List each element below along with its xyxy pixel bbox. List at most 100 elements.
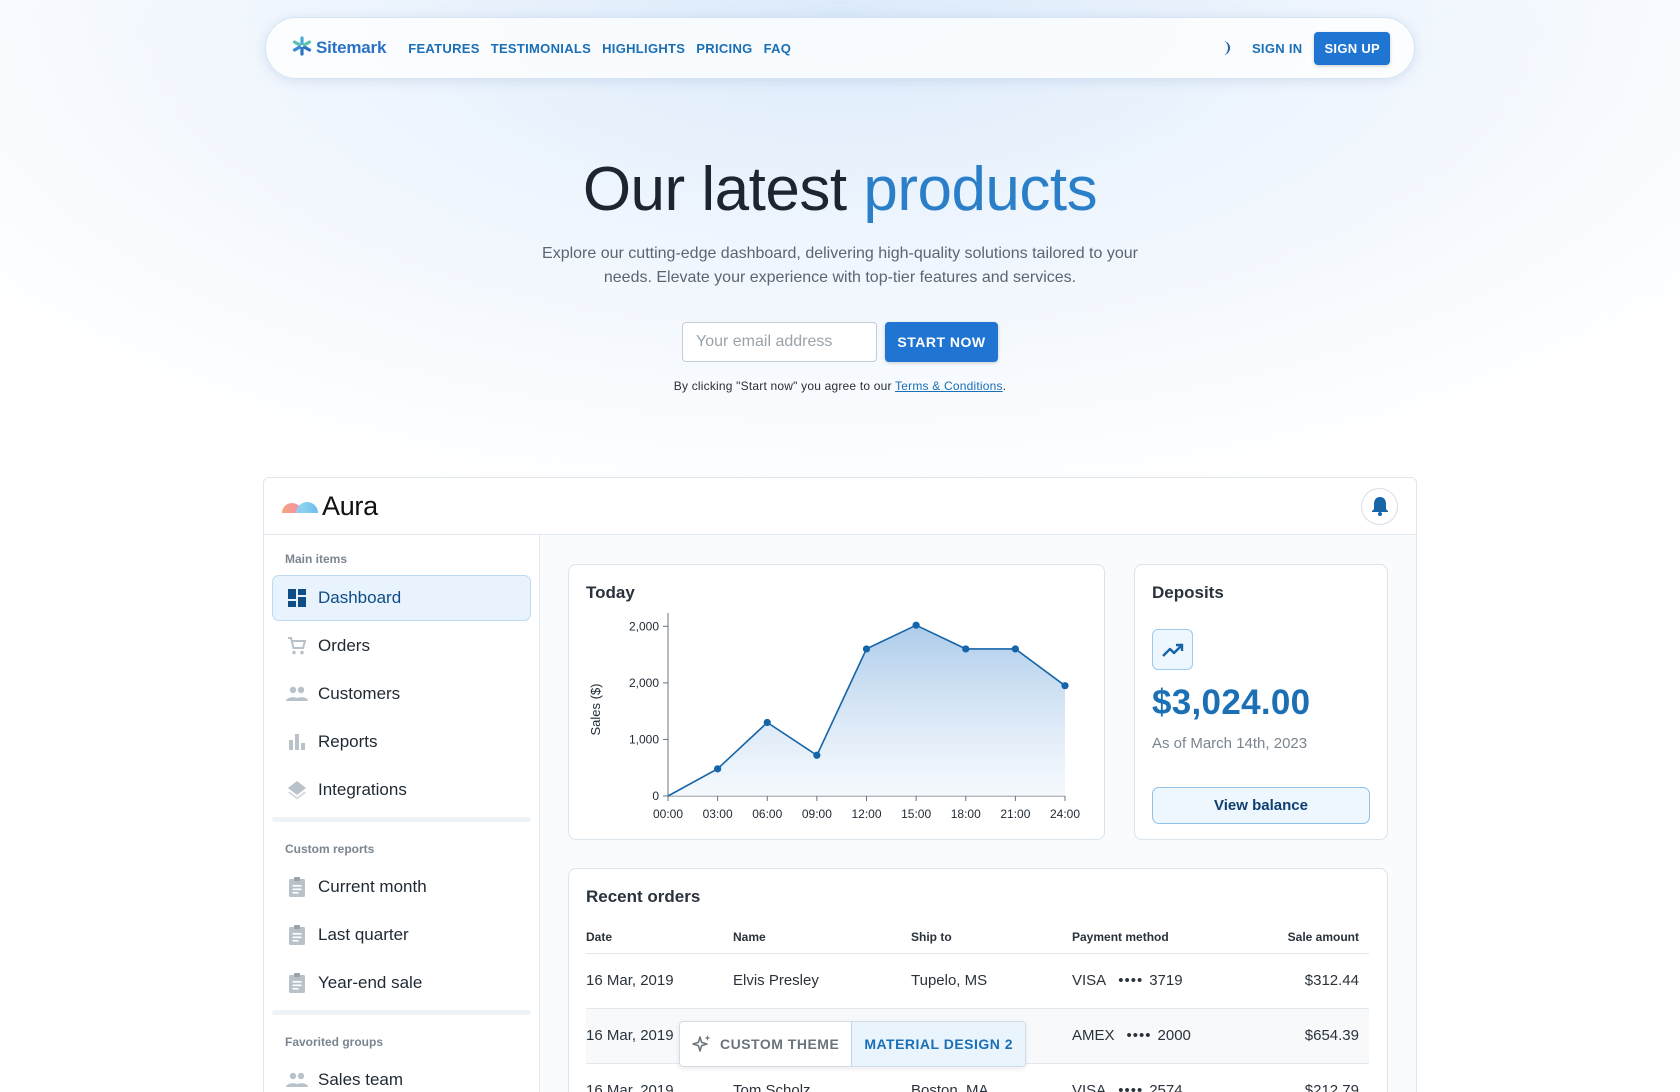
nav-link-features[interactable]: FEATURES <box>408 41 480 56</box>
theme-switcher: CUSTOM THEME MATERIAL DESIGN 2 <box>679 1021 1027 1067</box>
sidebar-section-label: Custom reports <box>285 842 375 856</box>
order-amount: $654.39 <box>1252 1008 1369 1064</box>
card-last4: 2574 <box>1149 1082 1183 1092</box>
sidebar-item-year-end-sale[interactable]: Year-end sale <box>272 960 531 1006</box>
dashboard-preview: Aura Main items Dashboard Orders Custome… <box>263 477 1417 1092</box>
top-nav: Sitemark FEATURES TESTIMONIALS HIGHLIGHT… <box>265 17 1415 79</box>
sidebar-item-label: Current month <box>318 877 427 896</box>
sidebar-item-label: Sales team <box>318 1070 404 1089</box>
sidebar-item-label: Orders <box>318 636 370 655</box>
nav-actions: SIGN IN SIGN UP <box>1214 31 1390 65</box>
card-last4: 2000 <box>1157 1027 1191 1044</box>
cart-icon <box>286 635 308 657</box>
hero-title-start: Our latest <box>582 155 847 224</box>
email-input[interactable] <box>682 322 877 362</box>
view-balance-button[interactable]: View balance <box>1152 787 1370 824</box>
column-header-ship-to[interactable]: Ship to <box>911 921 1072 954</box>
x-tick-label: 21:00 <box>1000 807 1030 821</box>
notifications-button[interactable] <box>1361 487 1398 525</box>
card-brand: VISA <box>1072 1082 1107 1092</box>
sidebar-item-reports[interactable]: Reports <box>272 719 531 765</box>
card-last4: 3719 <box>1149 972 1183 989</box>
column-header-name[interactable]: Name <box>733 921 911 954</box>
dashboard-icon <box>286 587 308 609</box>
nav-link-faq[interactable]: FAQ <box>764 41 792 56</box>
data-point <box>763 718 771 727</box>
deposit-amount: $3,024.00 <box>1152 683 1311 722</box>
dashboard-header: Aura <box>264 478 1416 535</box>
y-tick-label: 0 <box>652 789 659 803</box>
sidebar-item-label: Last quarter <box>318 925 409 944</box>
card-mask: •••• <box>1118 1082 1144 1092</box>
y-axis-label: Sales ($) <box>588 683 603 735</box>
data-point <box>1061 682 1069 690</box>
order-payment: VISA •••• 2574 <box>1072 1063 1252 1092</box>
sidebar-item-integrations[interactable]: Integrations <box>272 767 531 813</box>
bar-chart-icon <box>286 731 308 753</box>
nav-link-pricing[interactable]: PRICING <box>696 41 752 56</box>
nav-link-highlights[interactable]: HIGHLIGHTS <box>602 41 685 56</box>
custom-theme-button[interactable]: CUSTOM THEME <box>680 1022 851 1066</box>
card-mask: •••• <box>1126 1027 1152 1044</box>
sidebar-divider <box>272 817 531 822</box>
sidebar-item-current-month[interactable]: Current month <box>272 864 531 910</box>
sidebar-item-label: Integrations <box>318 780 407 799</box>
hero-title: Our latest products <box>0 154 1680 225</box>
terms-notice: By clicking "Start now" you agree to our… <box>0 379 1680 393</box>
layers-icon <box>286 779 308 801</box>
x-tick-label: 00:00 <box>653 807 683 821</box>
material-design-button[interactable]: MATERIAL DESIGN 2 <box>851 1022 1026 1066</box>
sitemark-logo-icon <box>292 35 312 61</box>
order-ship-to: Boston, MA <box>911 1063 1072 1092</box>
sales-chart: 0 1,000 2,000 2,000 00:00 03:00 06:00 09:00 12:0… <box>588 613 1080 821</box>
nav-link-testimonials[interactable]: TESTIMONIALS <box>491 41 591 56</box>
x-tick-label: 18:00 <box>951 807 981 821</box>
data-point <box>862 645 871 653</box>
sparkle-icon <box>692 1035 711 1052</box>
data-point <box>813 751 821 759</box>
x-tick-label: 06:00 <box>752 807 782 821</box>
sidebar-item-sales-team[interactable]: Sales team <box>272 1057 531 1092</box>
sign-in-button[interactable]: SIGN IN <box>1252 41 1303 56</box>
sign-up-button[interactable]: SIGN UP <box>1314 31 1390 65</box>
card-brand: VISA <box>1072 972 1107 989</box>
column-header-date[interactable]: Date <box>586 921 733 954</box>
sidebar-item-orders[interactable]: Orders <box>272 623 531 669</box>
hero-title-accent: products <box>863 155 1098 224</box>
y-tick-label: 2,000 <box>629 619 659 633</box>
order-name: Elvis Presley <box>733 953 911 1009</box>
aura-logo-icon <box>282 495 318 518</box>
nav-links: FEATURES TESTIMONIALS HIGHLIGHTS PRICING… <box>408 41 791 56</box>
order-date: 16 Mar, 2019 <box>586 1063 733 1092</box>
trending-up-icon <box>1152 629 1193 670</box>
order-ship-to: Tupelo, MS <box>911 953 1072 1009</box>
sidebar-section-label: Main items <box>285 552 348 566</box>
order-date: 16 Mar, 2019 <box>586 953 733 1009</box>
terms-link[interactable]: Terms & Conditions <box>895 379 1003 393</box>
data-point <box>1011 645 1019 653</box>
clipboard-icon <box>286 972 308 994</box>
order-payment: AMEX •••• 2000 <box>1072 1008 1252 1064</box>
today-card: Today 0 1,000 2,000 2,000 00:00 03:00 06:00 09:… <box>568 564 1105 840</box>
sidebar-item-last-quarter[interactable]: Last quarter <box>272 912 531 958</box>
people-icon <box>286 1069 308 1091</box>
column-header-amount[interactable]: Sale amount <box>1252 921 1369 954</box>
brand-logo[interactable]: Sitemark <box>292 35 386 61</box>
y-tick-label: 1,000 <box>629 732 659 746</box>
clipboard-icon <box>286 876 308 898</box>
table-row[interactable]: 16 Mar, 2019 Elvis Presley Tupelo, MS VI… <box>586 953 1369 1009</box>
hero-subtitle: Explore our cutting-edge dashboard, deli… <box>542 245 1138 286</box>
dark-mode-icon[interactable] <box>1214 38 1234 58</box>
y-tick-label: 2,000 <box>629 676 659 690</box>
sidebar-item-customers[interactable]: Customers <box>272 671 531 717</box>
start-now-button[interactable]: START NOW <box>885 322 998 362</box>
table-row[interactable]: 16 Mar, 2019 Tom Scholz Boston, MA VISA •… <box>586 1063 1369 1092</box>
x-tick-label: 09:00 <box>802 807 832 821</box>
x-tick-label: 24:00 <box>1050 807 1080 821</box>
column-header-payment[interactable]: Payment method <box>1072 921 1252 954</box>
data-point <box>912 621 920 629</box>
deposits-card: Deposits $3,024.00 As of March 14th, 202… <box>1134 564 1388 840</box>
clipboard-icon <box>286 924 308 946</box>
sidebar-item-dashboard[interactable]: Dashboard <box>272 575 531 621</box>
recent-orders-title: Recent orders <box>586 887 701 906</box>
